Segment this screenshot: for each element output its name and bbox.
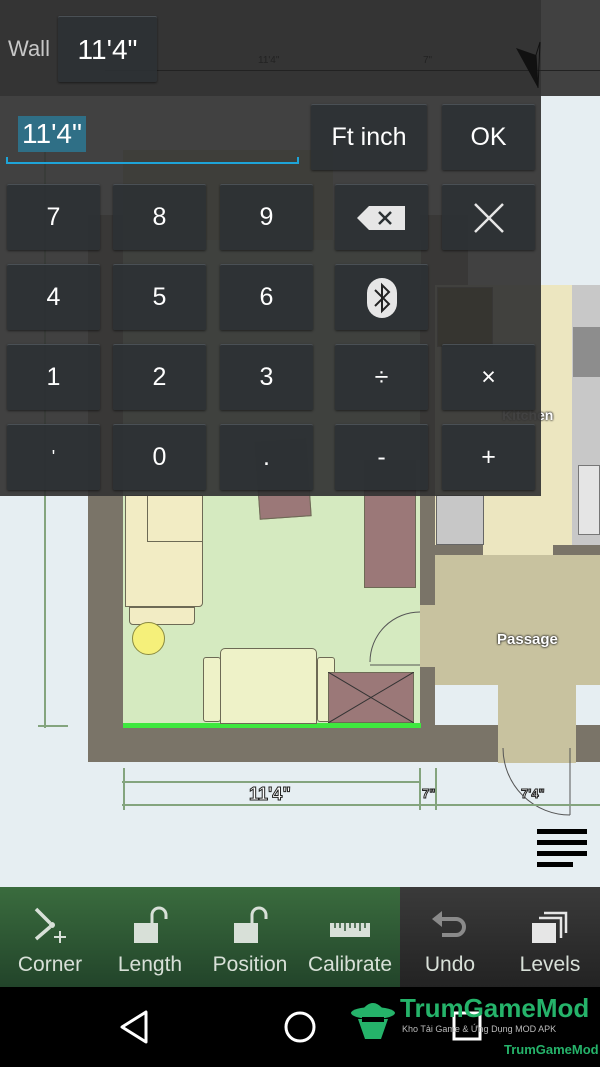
tool-length[interactable]: Length	[100, 887, 200, 987]
tool-calibrate[interactable]: Calibrate	[300, 887, 400, 987]
dim-tick-1	[123, 768, 125, 810]
back-icon[interactable]	[118, 1009, 150, 1045]
dim-tick-vertical	[38, 725, 68, 727]
watermark-logo-icon	[351, 1003, 395, 1039]
key-8[interactable]: 8	[113, 184, 206, 250]
home-icon[interactable]	[282, 1009, 318, 1045]
watermark-brand: TrumGameMod	[400, 993, 590, 1023]
key-5[interactable]: 5	[113, 264, 206, 330]
ottoman[interactable]	[129, 607, 195, 625]
ok-button[interactable]: OK	[442, 104, 535, 170]
wall-length-value: 11'4"	[77, 33, 138, 65]
backspace-icon	[356, 205, 405, 230]
feet-mark-button[interactable]: '	[7, 424, 100, 490]
door-arc-living	[369, 611, 421, 666]
wall-passage-bottom-right[interactable]	[576, 725, 600, 762]
bluetooth-icon	[366, 277, 397, 318]
length-input-value: 11'4"	[18, 116, 86, 152]
decimal-button[interactable]: .	[220, 424, 313, 490]
unlock-icon	[234, 906, 268, 943]
dim-label-door: 7'4"	[521, 786, 546, 802]
undo-icon	[432, 911, 466, 937]
key-1[interactable]: 1	[7, 344, 100, 410]
dim-label-bottom-length: 11'4"	[249, 784, 292, 805]
backspace-button[interactable]	[335, 184, 428, 250]
kitchen-cabinet	[436, 495, 484, 545]
key-9[interactable]: 9	[220, 184, 313, 250]
kitchen-doorway	[483, 545, 553, 555]
wall-tools-group: Corner Length Position Calibrate	[0, 887, 400, 987]
key-0[interactable]: 0	[113, 424, 206, 490]
plus-button[interactable]: +	[442, 424, 535, 490]
dim-line-bottom	[122, 804, 600, 806]
levels-icon	[532, 911, 568, 943]
multiply-button[interactable]: ×	[442, 344, 535, 410]
armchair[interactable]	[220, 648, 317, 724]
door-arc-passage	[502, 747, 571, 816]
close-icon	[473, 202, 504, 233]
unlock-icon	[134, 906, 168, 943]
kitchen-sink	[578, 465, 600, 535]
dim-label-top-small: 7"	[423, 55, 433, 66]
room-label-passage: Passage	[497, 631, 558, 648]
corner-add-icon	[34, 907, 66, 943]
key-3[interactable]: 3	[220, 344, 313, 410]
menu-icon[interactable]	[537, 829, 587, 869]
bottom-toolbar: Corner Length Position Calibrate Undo Le…	[0, 887, 600, 987]
history-tools-group: Undo Levels	[400, 887, 600, 987]
system-navigation-bar: TrumGameMod Kho Tải Game & Ứng Dụng MOD …	[0, 987, 600, 1067]
ruler-icon	[330, 923, 370, 937]
tool-levels[interactable]: Levels	[500, 887, 600, 987]
key-2[interactable]: 2	[113, 344, 206, 410]
dim-line-bottom-outer	[122, 781, 420, 783]
wall-length-button[interactable]: 11'4"	[58, 16, 157, 82]
wall-label: Wall	[8, 36, 50, 61]
wall-passage-bottom-left[interactable]	[435, 725, 498, 762]
lamp-icon[interactable]	[132, 622, 165, 655]
dim-label-bottom-small: 7"	[421, 786, 436, 802]
key-7[interactable]: 7	[7, 184, 100, 250]
watermark-brand-small: TrumGameMod	[504, 1042, 599, 1057]
kitchen-stove	[573, 327, 600, 377]
tool-undo[interactable]: Undo	[400, 887, 500, 987]
tool-corner[interactable]: Corner	[0, 887, 100, 987]
room-passage[interactable]	[435, 555, 600, 685]
divide-button[interactable]: ÷	[335, 344, 428, 410]
watermark-tagline: Kho Tải Game & Ứng Dụng MOD APK	[402, 1024, 557, 1034]
key-6[interactable]: 6	[220, 264, 313, 330]
dim-label-top-length: 11'4"	[258, 55, 280, 66]
minus-button[interactable]: -	[335, 424, 428, 490]
input-underline	[6, 162, 299, 164]
close-button[interactable]	[442, 184, 535, 250]
tool-position[interactable]: Position	[200, 887, 300, 987]
box-cross-icon	[328, 672, 414, 723]
unit-toggle-button[interactable]: Ft inch	[311, 104, 427, 170]
key-4[interactable]: 4	[7, 264, 100, 330]
sofa-left-cushion	[147, 495, 203, 542]
compass-icon[interactable]	[514, 40, 544, 90]
length-input[interactable]: 11'4"	[6, 110, 299, 164]
armchair-left-arm	[203, 657, 221, 722]
bluetooth-button[interactable]	[335, 264, 428, 330]
dim-tick-2	[419, 768, 421, 810]
